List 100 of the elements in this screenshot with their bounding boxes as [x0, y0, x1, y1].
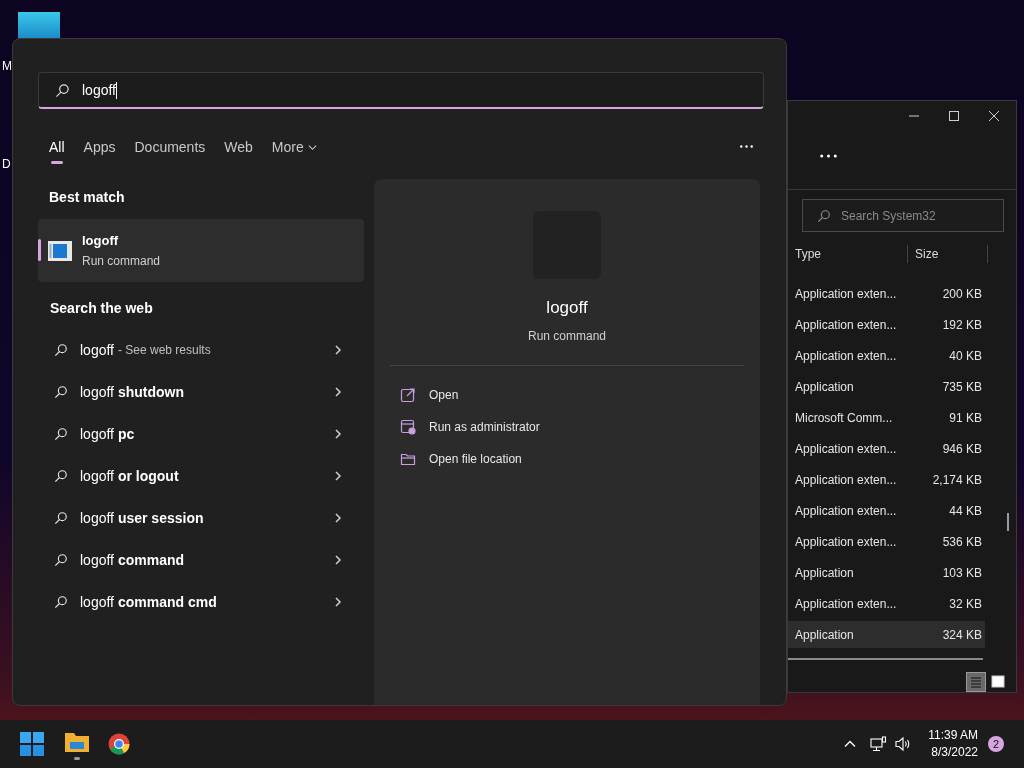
vertical-scrollbar[interactable] — [1007, 513, 1009, 531]
file-type: Application exten... — [794, 595, 898, 613]
chevron-right-icon — [332, 554, 344, 566]
tile-icon — [991, 675, 1005, 689]
result-subtitle: Run command — [82, 253, 161, 271]
external-link-icon — [400, 386, 416, 403]
action-item[interactable]: Run as administrator — [390, 410, 744, 443]
search-icon — [54, 427, 68, 441]
chevron-right-icon — [332, 512, 344, 524]
file-type: Application exten... — [794, 471, 898, 489]
result-title: logoff — [82, 231, 120, 250]
chrome-taskbar-icon[interactable] — [108, 733, 130, 755]
file-type: Application exten... — [794, 285, 898, 303]
web-suggestion[interactable]: logoff pc — [38, 413, 364, 455]
column-header[interactable]: Size — [908, 244, 988, 263]
desktop-icon-label: M — [2, 58, 12, 75]
window-app-icon — [48, 240, 72, 261]
clock-date[interactable]: 8/3/2022 — [931, 744, 978, 761]
search-field[interactable]: Search System32 — [802, 199, 1004, 233]
web-suggestion[interactable]: logoff - See web results — [38, 329, 364, 371]
web-suggestion[interactable]: logoff shutdown — [38, 371, 364, 413]
suggestion-text: logoff command — [80, 550, 184, 570]
details-view-button[interactable] — [966, 672, 986, 692]
file-row[interactable]: Application exten... 192 KB — [788, 311, 985, 339]
suggestion-text: logoff command cmd — [80, 592, 217, 612]
web-suggestion[interactable]: logoff or logout — [38, 455, 364, 497]
file-row[interactable]: Application 324 KB — [788, 621, 985, 649]
file-size: 32 KB — [948, 595, 982, 613]
file-row[interactable]: Microsoft Comm... 91 KB — [788, 404, 985, 432]
maximize-icon[interactable] — [948, 110, 960, 123]
search-icon — [54, 553, 68, 567]
file-row[interactable]: Application exten... 44 KB — [788, 497, 985, 525]
file-type: Application — [794, 564, 855, 582]
search-icon — [817, 208, 831, 223]
suggestion-text: logoff user session — [80, 508, 204, 528]
filter-tab[interactable]: All — [49, 135, 65, 165]
file-row[interactable]: Application 103 KB — [788, 559, 985, 587]
action-item[interactable]: Open file location — [390, 442, 744, 475]
web-suggestion[interactable]: logoff command cmd — [38, 581, 364, 623]
best-match-item[interactable]: logoff Run command — [38, 219, 364, 282]
notification-badge[interactable]: 2 — [988, 736, 1004, 752]
file-row[interactable]: Application exten... 536 KB — [788, 528, 985, 556]
filter-tab[interactable]: Apps — [83, 135, 116, 165]
suggestion-hint: - See web results — [118, 342, 211, 359]
file-row[interactable]: Application 735 KB — [788, 373, 985, 401]
filter-tab[interactable]: More — [271, 135, 317, 165]
file-size: 103 KB — [941, 564, 982, 582]
chevron-right-icon — [332, 344, 344, 356]
suggestion-text: logoff shutdown — [80, 382, 184, 402]
search-box[interactable]: logoff — [38, 72, 764, 109]
search-icon — [54, 595, 68, 609]
desktop-icon[interactable] — [18, 12, 60, 40]
file-row[interactable]: Application exten... 32 KB — [788, 590, 985, 618]
filter-tab[interactable]: Documents — [134, 135, 206, 165]
file-type: Application — [794, 626, 855, 644]
chevron-right-icon — [332, 596, 344, 608]
file-type: Application exten... — [794, 533, 898, 551]
search-placeholder: Search System32 — [841, 207, 936, 225]
preview-subtitle: Run command — [527, 327, 606, 345]
network-icon[interactable] — [870, 736, 888, 752]
search-icon — [54, 511, 68, 525]
file-size: 40 KB — [948, 347, 982, 365]
file-type: Application — [794, 378, 855, 396]
file-size: 735 KB — [941, 378, 982, 396]
desktop-icon-label: D — [2, 156, 11, 173]
file-type: Application exten... — [794, 502, 898, 520]
more-options-icon[interactable] — [740, 144, 753, 148]
search-icon — [55, 82, 70, 98]
horizontal-scrollbar[interactable] — [788, 658, 983, 660]
web-suggestion[interactable]: logoff command — [38, 539, 364, 581]
chevron-right-icon — [332, 470, 344, 482]
start-button[interactable] — [20, 732, 44, 756]
file-size: 91 KB — [948, 409, 982, 427]
filter-tab[interactable]: Web — [224, 135, 253, 165]
file-type: Application exten... — [794, 347, 898, 365]
file-row[interactable]: Application exten... 200 KB — [788, 280, 985, 308]
file-row[interactable]: Application exten... 2,174 KB — [788, 466, 985, 494]
file-size: 192 KB — [941, 316, 982, 334]
section-heading: Search the web — [49, 299, 154, 318]
chevron-right-icon — [332, 386, 344, 398]
more-options-icon[interactable] — [820, 154, 837, 159]
action-item[interactable]: Open — [390, 378, 744, 411]
file-explorer-taskbar-icon[interactable] — [64, 731, 90, 757]
file-size: 324 KB — [941, 626, 982, 644]
column-header[interactable]: Type — [788, 244, 908, 263]
file-row[interactable]: Application exten... 946 KB — [788, 435, 985, 463]
list-icon — [970, 676, 982, 688]
chevron-up-icon[interactable] — [844, 738, 857, 750]
section-heading: Best match — [48, 188, 126, 207]
close-icon[interactable] — [988, 110, 1000, 123]
file-type: Application exten... — [794, 440, 898, 458]
clock-time[interactable]: 11:39 AM — [928, 727, 978, 744]
suggestion-text: logoff pc — [80, 424, 135, 444]
file-size: 946 KB — [941, 440, 982, 458]
web-suggestion[interactable]: logoff user session — [38, 497, 364, 539]
file-row[interactable]: Application exten... 40 KB — [788, 342, 985, 370]
file-type: Application exten... — [794, 316, 898, 334]
suggestion-text: logoff — [80, 340, 114, 360]
chevron-right-icon — [332, 428, 344, 440]
search-query: logoff — [82, 80, 116, 100]
